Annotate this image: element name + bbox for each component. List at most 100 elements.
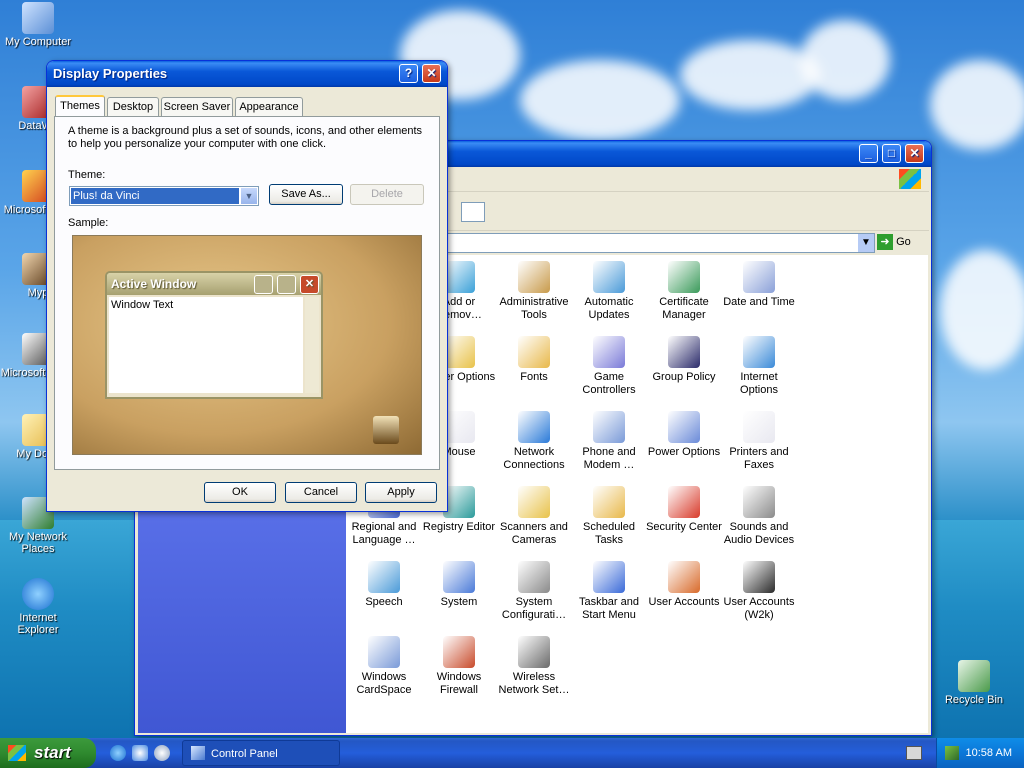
cp-item-icon — [518, 486, 550, 518]
views-icon[interactable] — [461, 202, 485, 222]
themes-panel: A theme is a background plus a set of so… — [54, 116, 440, 470]
cp-item[interactable]: System — [421, 561, 497, 609]
theme-select[interactable]: Plus! da Vinci ▼ — [69, 186, 259, 206]
chevron-down-icon[interactable]: ▼ — [241, 188, 257, 204]
cp-item[interactable]: Scanners and Cameras — [496, 486, 572, 547]
cp-item-icon — [593, 561, 625, 593]
theme-selected-value: Plus! da Vinci — [71, 188, 239, 204]
chevron-down-icon[interactable]: ▼ — [858, 234, 874, 252]
help-button[interactable]: ? — [399, 64, 418, 83]
sample-scrollbar — [305, 297, 319, 393]
tab-screen-saver[interactable]: Screen Saver — [161, 97, 233, 116]
cp-item-label: Speech — [365, 596, 403, 608]
taskbar-item-label: Control Panel — [211, 748, 278, 760]
cp-item[interactable]: Wireless Network Set… — [496, 636, 572, 697]
cp-item[interactable]: Phone and Modem … — [571, 411, 647, 472]
cp-item-icon — [593, 411, 625, 443]
cp-item[interactable]: Network Connections — [496, 411, 572, 472]
desktop-icon-label: Recycle Bin — [944, 694, 1004, 706]
cp-item[interactable]: Internet Options — [721, 336, 797, 397]
theme-preview: Active Window ✕ Window Text — [72, 235, 422, 455]
cp-item-label: Date and Time — [723, 296, 795, 308]
cp-item-icon — [518, 261, 550, 293]
start-label: start — [34, 743, 71, 762]
media-player-icon[interactable] — [154, 745, 170, 761]
close-button[interactable]: ✕ — [905, 144, 924, 163]
cp-item-label: Group Policy — [652, 371, 716, 383]
cp-item-label: Printers and Faxes — [729, 446, 789, 471]
sample-window-title: Active Window — [111, 277, 197, 291]
cp-item-icon — [743, 561, 775, 593]
save-as-button[interactable]: Save As... — [269, 184, 343, 205]
cp-item[interactable]: Automatic Updates — [571, 261, 647, 322]
cp-item[interactable]: User Accounts — [646, 561, 722, 609]
tab-desktop[interactable]: Desktop — [107, 97, 159, 116]
cp-item-icon — [593, 336, 625, 368]
cp-item[interactable]: Administrative Tools — [496, 261, 572, 322]
cp-item[interactable]: Sounds and Audio Devices — [721, 486, 797, 547]
cp-item[interactable]: Security Center — [646, 486, 722, 534]
tab-appearance[interactable]: Appearance — [235, 97, 303, 116]
cp-item-label: Automatic Updates — [584, 296, 634, 321]
windows-logo-icon — [899, 169, 921, 189]
cp-item-label: Certificate Manager — [659, 296, 709, 321]
control-panel-icon — [191, 746, 205, 760]
ok-button[interactable]: OK — [204, 482, 276, 503]
cp-item[interactable]: Group Policy — [646, 336, 722, 384]
go-button[interactable]: ➜ Go — [877, 234, 925, 252]
cp-item[interactable]: Fonts — [496, 336, 572, 384]
tab-themes[interactable]: Themes — [55, 95, 105, 117]
cp-item-icon — [443, 561, 475, 593]
cp-item-label: Security Center — [646, 521, 722, 533]
desktop-icon-internet-explorer[interactable]: Internet Explorer — [0, 578, 76, 636]
cp-item-label: User Accounts (W2k) — [723, 596, 795, 621]
dialog-titlebar[interactable]: Display Properties ? ✕ — [47, 61, 447, 87]
cp-item[interactable]: Taskbar and Start Menu — [571, 561, 647, 622]
cp-item[interactable]: Windows CardSpace — [346, 636, 422, 697]
cp-item-label: Scheduled Tasks — [583, 521, 635, 546]
sample-close-icon: ✕ — [300, 275, 319, 294]
taskbar-item-control-panel[interactable]: Control Panel — [182, 740, 340, 766]
keyboard-icon[interactable] — [906, 746, 922, 760]
apply-button[interactable]: Apply — [365, 482, 437, 503]
internet-explorer-icon — [22, 578, 54, 610]
cp-item[interactable]: Speech — [346, 561, 422, 609]
cp-item[interactable]: Power Options — [646, 411, 722, 459]
sample-brush-cup-icon — [373, 416, 399, 444]
cp-item-label: Game Controllers — [582, 371, 636, 396]
recycle-bin-icon — [958, 660, 990, 692]
start-button[interactable]: start — [0, 738, 96, 768]
desktop-icon-label: Internet Explorer — [17, 612, 59, 636]
outlook-express-icon[interactable] — [132, 745, 148, 761]
cp-item-label: Power Options — [647, 446, 721, 458]
desktop-icon-my-computer[interactable]: My Computer — [0, 2, 76, 48]
system-tray: 10:58 AM — [936, 738, 1024, 768]
cp-item[interactable]: User Accounts (W2k) — [721, 561, 797, 622]
cp-item[interactable]: Windows Firewall — [421, 636, 497, 697]
cp-item[interactable]: Scheduled Tasks — [571, 486, 647, 547]
cp-item-label: Scanners and Cameras — [500, 521, 568, 546]
cp-item[interactable]: System Configurati… — [496, 561, 572, 622]
cp-item[interactable]: Game Controllers — [571, 336, 647, 397]
cp-item-icon — [368, 636, 400, 668]
maximize-button[interactable]: □ — [882, 144, 901, 163]
sample-active-window: Active Window ✕ Window Text — [105, 271, 323, 399]
cp-item-icon — [518, 336, 550, 368]
desktop-icon-recycle-bin[interactable]: Recycle Bin — [936, 660, 1012, 706]
cp-item-icon — [743, 486, 775, 518]
clock[interactable]: 10:58 AM — [966, 747, 1012, 759]
sample-window-text: Window Text — [109, 297, 303, 393]
cp-item[interactable]: Printers and Faxes — [721, 411, 797, 472]
cp-item[interactable]: Date and Time — [721, 261, 797, 309]
network-status-icon[interactable] — [945, 746, 959, 760]
cp-item[interactable]: Certificate Manager — [646, 261, 722, 322]
internet-explorer-icon[interactable] — [110, 745, 126, 761]
cancel-button[interactable]: Cancel — [285, 482, 357, 503]
cp-item-label: System — [440, 596, 478, 608]
address-input[interactable]: ▼ — [445, 233, 875, 253]
taskbar: start Control Panel 10:58 AM — [0, 738, 1024, 768]
close-button[interactable]: ✕ — [422, 64, 441, 83]
minimize-button[interactable]: _ — [859, 144, 878, 163]
cp-item-icon — [743, 336, 775, 368]
desktop-icon-label: My Network Places — [8, 531, 68, 555]
